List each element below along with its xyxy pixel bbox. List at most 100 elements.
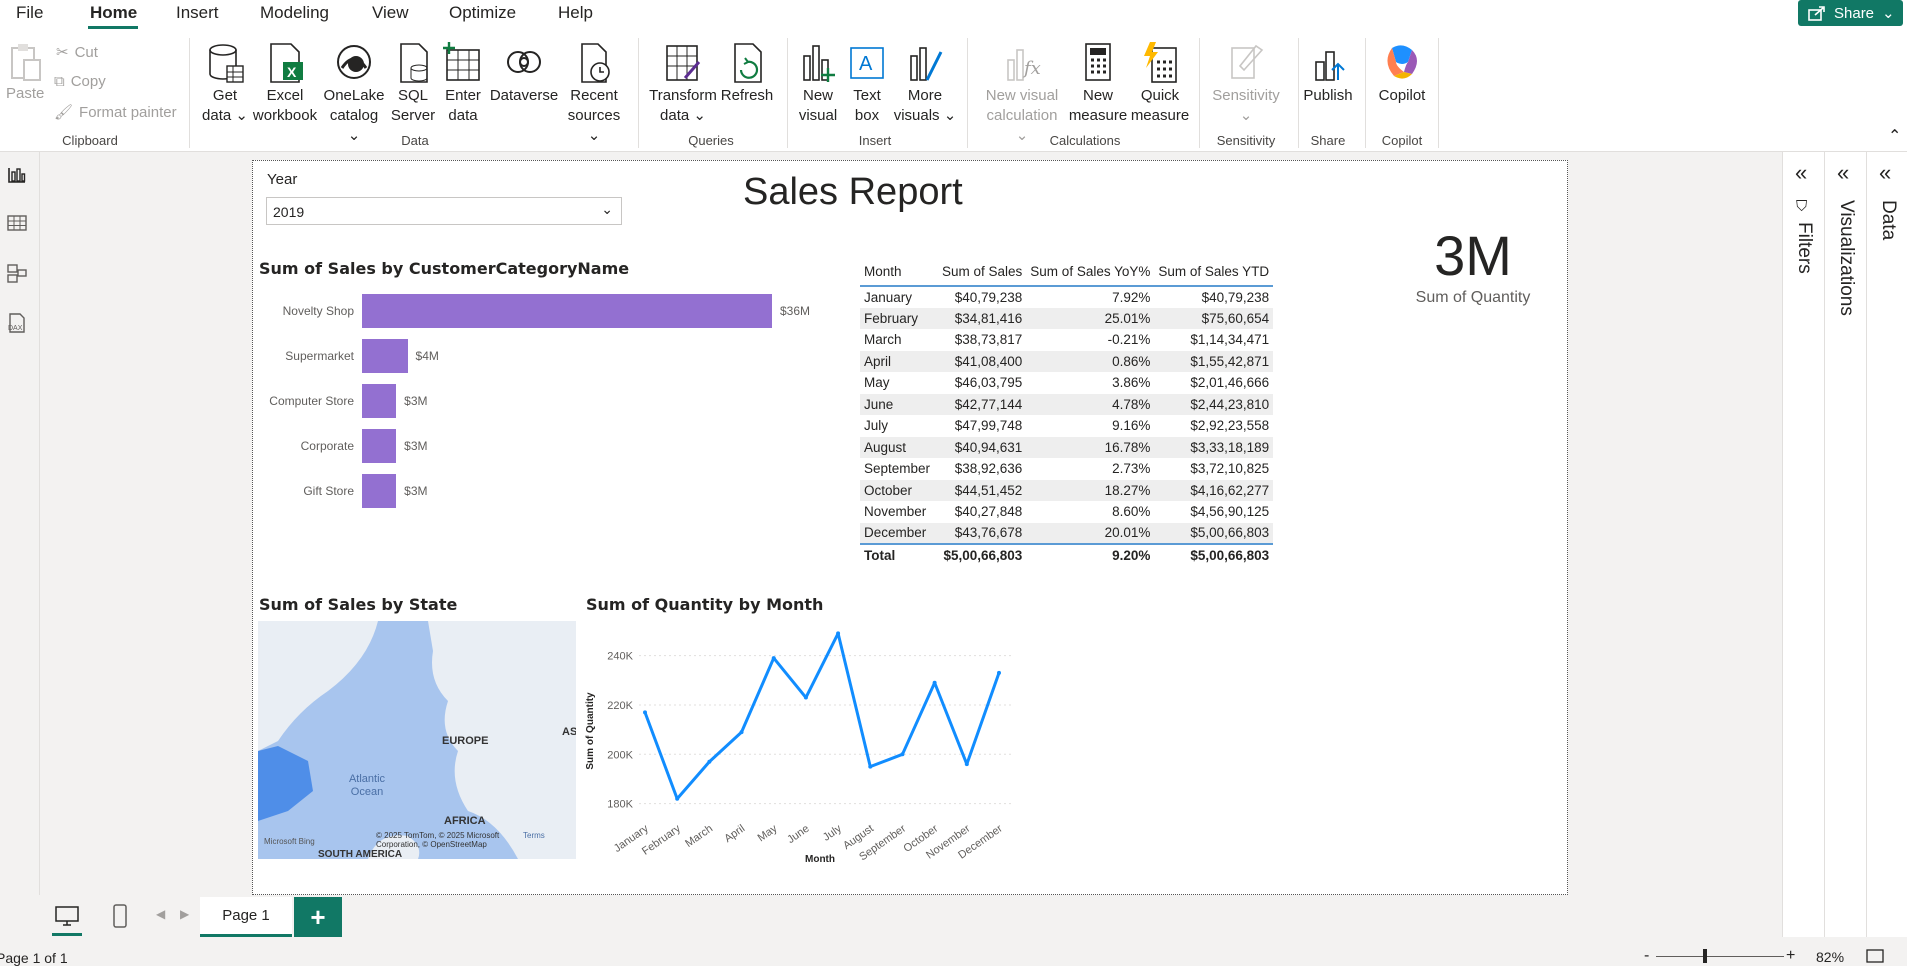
bar[interactable] (362, 339, 408, 373)
map-terms-link[interactable]: Terms (523, 831, 545, 840)
new-measure-button[interactable]: New measure (1068, 42, 1128, 126)
format-painter-button[interactable]: 🖌 Format painter (54, 103, 177, 122)
get-data-button[interactable]: Get data ⌄ (200, 42, 250, 126)
matrix-row[interactable]: August $40,94,631 16.78% $3,33,18,189 (860, 436, 1274, 458)
table-view-icon[interactable] (6, 212, 28, 234)
zoom-slider-thumb[interactable] (1703, 949, 1707, 963)
matrix-row[interactable]: July $47,99,748 9.16% $2,92,23,558 (860, 415, 1273, 437)
quick-measure-button[interactable]: Quick measure (1130, 42, 1190, 126)
transform-data-button[interactable]: Transform data ⌄ (648, 42, 718, 126)
zoom-level[interactable]: 82% (1816, 949, 1844, 965)
line-point[interactable] (739, 730, 744, 735)
text-box-button[interactable]: A Text box (845, 42, 889, 126)
model-view-icon[interactable] (6, 262, 28, 284)
new-visual-button[interactable]: New visual (795, 42, 841, 126)
visualizations-pane-title[interactable]: Visualizations (1835, 200, 1857, 316)
matrix-header-sales[interactable]: Sum of Sales (938, 261, 1027, 287)
ribbon-separator (1365, 38, 1366, 148)
matrix-header-month[interactable]: Month (860, 261, 938, 287)
matrix-row[interactable]: March $38,73,817 -0.21% $1,14,34,471 (860, 329, 1273, 351)
line-point[interactable] (997, 670, 1001, 675)
enter-data-button[interactable]: Enter data (440, 42, 486, 126)
sql-server-button[interactable]: SQL Server (389, 42, 437, 126)
menu-modeling[interactable]: Modeling (260, 3, 329, 23)
dax-query-view-icon[interactable]: DAX (6, 312, 28, 334)
zoom-in-button[interactable]: + (1786, 947, 1795, 965)
menu-home[interactable]: Home (90, 3, 137, 23)
menu-insert[interactable]: Insert (176, 3, 219, 23)
expand-chevron-icon[interactable]: « (1879, 160, 1891, 186)
new-visual-calculation-button[interactable]: fx New visual calculation ⌄ (982, 42, 1062, 146)
prev-page-icon[interactable]: ◀ (156, 907, 165, 921)
zoom-slider-track[interactable] (1656, 956, 1784, 957)
line-chart[interactable]: 180K200K220K240KJanuaryFebruary March Apri… (581, 616, 1021, 866)
data-pane-collapsed[interactable]: « Data (1867, 152, 1907, 962)
copy-button[interactable]: ⧉ Copy (54, 73, 106, 90)
report-page: Year 2019 ⌄ Sales Report Sum of Sales by… (252, 160, 1568, 895)
filters-pane-collapsed[interactable]: « ⛉ Filters (1783, 152, 1825, 962)
line-point[interactable] (707, 759, 712, 764)
line-point[interactable] (900, 752, 905, 757)
line-point[interactable] (643, 710, 647, 715)
bar[interactable] (362, 294, 772, 328)
bar-chart[interactable]: Novelty Shop $36M Supermarket $4M Computer S… (253, 281, 853, 508)
matrix-row[interactable]: November $40,27,848 8.60% $4,56,90,125 (860, 501, 1273, 523)
bar[interactable] (362, 474, 397, 508)
line-point[interactable] (803, 695, 808, 700)
fit-to-page-icon[interactable] (1866, 949, 1884, 963)
dataverse-button[interactable]: Dataverse (488, 42, 560, 106)
zoom-out-button[interactable]: - (1644, 947, 1649, 965)
line-point[interactable] (868, 764, 873, 769)
bar[interactable] (362, 429, 397, 463)
onelake-catalog-button[interactable]: OneLake catalog ⌄ (322, 42, 386, 146)
expand-chevron-icon[interactable]: « (1795, 160, 1807, 186)
visualizations-pane-collapsed[interactable]: « Visualizations (1825, 152, 1867, 962)
add-page-button[interactable]: + (294, 897, 342, 937)
data-pane-title[interactable]: Data (1877, 200, 1899, 240)
menu-help[interactable]: Help (558, 3, 593, 23)
excel-workbook-button[interactable]: X Excel workbook (251, 42, 319, 126)
sales-map[interactable]: EUROPE AS Atlantic Ocean AFRICA SOUTH AM… (258, 621, 576, 859)
sales-matrix[interactable]: Month Sum of Sales Sum of Sales YoY% Sum… (860, 261, 1274, 566)
copilot-button[interactable]: Copilot (1372, 42, 1432, 106)
expand-chevron-icon[interactable]: « (1837, 160, 1849, 186)
page-tab-1[interactable]: Page 1 (200, 897, 292, 937)
matrix-row[interactable]: February $34,81,416 25.01% $75,60,654 (860, 307, 1274, 329)
share-button[interactable]: Share ⌄ (1798, 0, 1903, 26)
matrix-header-yoy[interactable]: Sum of Sales YoY% (1026, 261, 1155, 287)
year-slicer-dropdown[interactable]: 2019 ⌄ (266, 197, 622, 225)
page-indicator: Page 1 of 1 (0, 950, 68, 966)
line-point[interactable] (771, 656, 776, 661)
line-point[interactable] (964, 762, 969, 767)
more-visuals-button[interactable]: More visuals ⌄ (893, 42, 957, 126)
onelake-label-word: catalog (329, 107, 379, 124)
filters-pane-title[interactable]: Filters (1793, 222, 1815, 274)
menu-view[interactable]: View (372, 3, 409, 23)
next-page-icon[interactable]: ▶ (180, 907, 189, 921)
matrix-row[interactable]: April $41,08,400 0.86% $1,55,42,871 (860, 350, 1274, 372)
matrix-row[interactable]: December $43,76,678 20.01% $5,00,66,803 (860, 522, 1274, 544)
publish-button[interactable]: Publish (1302, 42, 1354, 106)
paste-button[interactable]: Paste (6, 42, 44, 104)
matrix-row[interactable]: October $44,51,452 18.27% $4,16,62,277 (860, 479, 1274, 501)
matrix-row[interactable]: May $46,03,795 3.86% $2,01,46,666 (860, 372, 1273, 394)
matrix-row[interactable]: January $40,79,238 7.92% $40,79,238 (860, 286, 1273, 308)
collapse-ribbon-icon[interactable]: ⌃ (1888, 126, 1901, 146)
menu-optimize[interactable]: Optimize (449, 3, 516, 23)
desktop-layout-icon[interactable] (54, 905, 80, 927)
menu-file[interactable]: File (16, 3, 43, 23)
matrix-header-ytd[interactable]: Sum of Sales YTD (1154, 261, 1274, 287)
line-point[interactable] (836, 631, 841, 636)
line-point[interactable] (675, 796, 680, 801)
sensitivity-button[interactable]: Sensitivity ⌄ (1208, 42, 1284, 126)
bar[interactable] (362, 384, 397, 418)
matrix-row[interactable]: June $42,77,144 4.78% $2,44,23,810 (860, 393, 1274, 415)
cut-button[interactable]: ✂ Cut (56, 43, 98, 62)
line-point[interactable] (932, 680, 937, 685)
recent-sources-button[interactable]: Recent sources ⌄ (563, 42, 625, 146)
report-view-icon[interactable] (6, 164, 28, 186)
matrix-row[interactable]: September $38,92,636 2.73% $3,72,10,825 (860, 458, 1273, 480)
refresh-button[interactable]: Refresh (720, 42, 774, 106)
mobile-layout-icon[interactable] (112, 903, 128, 929)
line-series[interactable] (643, 631, 1001, 801)
